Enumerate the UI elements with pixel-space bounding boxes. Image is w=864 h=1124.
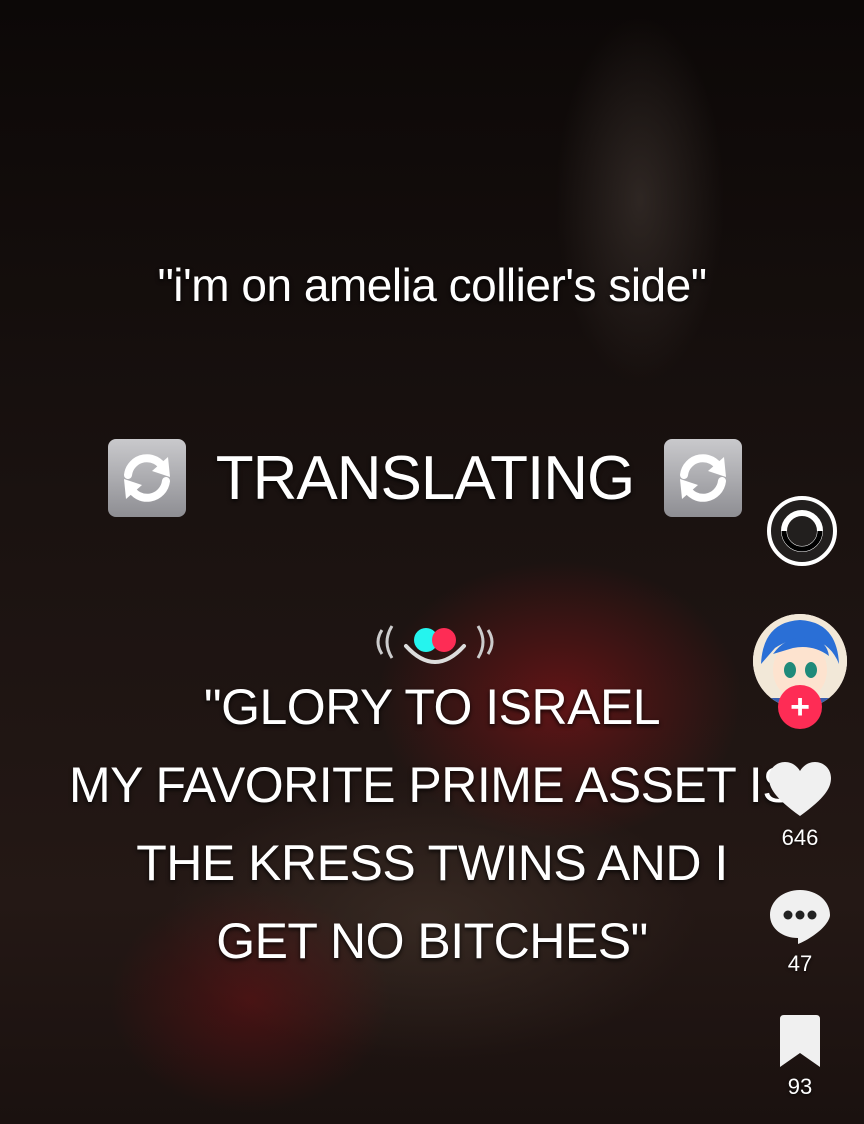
ring-icon[interactable] [766, 495, 838, 567]
heart-icon [769, 762, 831, 816]
bookmark-button[interactable]: 93 [760, 1015, 840, 1100]
arrows-counterclockwise-icon [108, 439, 186, 517]
arrows-counterclockwise-icon [664, 439, 742, 517]
translating-label: TRANSLATING [215, 443, 635, 513]
like-button[interactable]: 646 [760, 762, 840, 851]
translating-banner: TRANSLATING [108, 438, 742, 518]
follow-button[interactable]: + [778, 685, 822, 729]
bookmark-icon [780, 1015, 820, 1067]
like-count: 646 [781, 825, 819, 850]
comment-count: 47 [787, 951, 813, 976]
bookmark-count: 93 [787, 1074, 813, 1099]
comment-icon [770, 890, 830, 944]
comment-button[interactable]: 47 [760, 888, 840, 977]
